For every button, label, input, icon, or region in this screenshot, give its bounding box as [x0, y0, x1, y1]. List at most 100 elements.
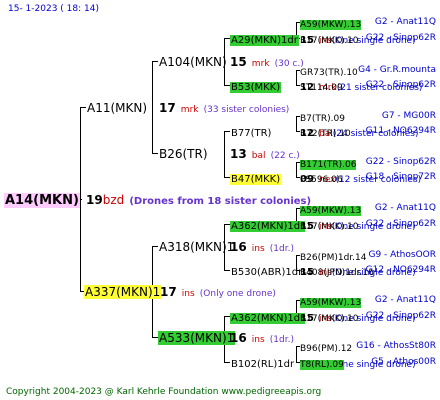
queen-year: 17: [159, 101, 176, 115]
ancestor-ref: G22 - Sinop62R: [365, 33, 436, 43]
ancestor-name: A59(MKW).13: [300, 298, 362, 308]
connector: [152, 61, 153, 153]
ancestor-name: B17(MKK).10: [300, 36, 359, 46]
print-date: 15- 1-2023 ( 18: 14): [8, 4, 99, 14]
queen-code: ins: [251, 335, 265, 345]
queen-info: 17 mrk (33 sister colonies): [159, 100, 290, 115]
root-code: bzd: [102, 193, 125, 207]
queen-name: A533(MKN)1: [158, 331, 236, 345]
pedigree-node: B102(RL)1dr: [230, 355, 295, 370]
ancestor-leaf: B17(MKK).10 G22 - Sinop62R: [300, 31, 438, 46]
ancestor-name: B171(TR).06: [300, 160, 357, 170]
ancestor-leaf: B26(PM)1dr.14 G9 - AthosOOR: [300, 248, 438, 263]
ancestor-ref: G2 - Anat11Q: [374, 295, 436, 305]
queen-note: (33 sister colonies): [203, 105, 290, 115]
ancestor-name: A59(MKW).13: [300, 20, 362, 30]
ancestor-name: PS596.06: [300, 175, 343, 185]
connector: [80, 107, 81, 291]
queen-code: mrk: [251, 59, 270, 69]
ancestor-ref: G22 - Sinop62R: [365, 80, 436, 90]
queen-year: 16: [230, 331, 247, 345]
pedigree-node: A533(MKN)1: [158, 330, 236, 345]
ancestor-name: B17(MKK).10: [300, 222, 359, 232]
connector: [224, 131, 225, 177]
queen-name: B53(MKK): [230, 82, 282, 93]
connector: [296, 346, 297, 362]
root-node: A14(MKN): [4, 191, 80, 208]
queen-code: ins: [181, 289, 195, 299]
ancestor-name: ST114.09: [300, 83, 343, 93]
ancestor-leaf: B17(MKK).10 G22 - Sinop62R: [300, 309, 438, 324]
ancestor-ref: G18 - Sinop72R: [365, 172, 436, 182]
ancestor-ref: G2 - Anat11Q: [374, 203, 436, 213]
queen-note: (1dr.): [269, 244, 294, 254]
pedigree-node: A362(MKN)1dr: [230, 309, 306, 324]
queen-name: B102(RL)1dr: [231, 359, 295, 370]
pedigree-node: A104(MKN): [158, 54, 228, 69]
ancestor-name: A59(MKW).13: [300, 206, 362, 216]
queen-info: 15 mrk (30 c.): [230, 54, 304, 69]
pedigree-tree: 15- 1-2023 ( 18: 14) Copyright 2004-2023 …: [0, 0, 440, 400]
root-queen-name: A14(MKN): [4, 193, 80, 208]
ancestor-leaf: B408(JPN)1dr.16 G12 - NO6294R: [300, 263, 438, 278]
queen-info: 16 ins (1dr.): [230, 330, 294, 345]
ancestor-leaf: B17(MKK).10 G22 - Sinop62R: [300, 217, 438, 232]
root-note: (Drones from 18 sister colonies): [129, 196, 312, 207]
ancestor-ref: G2 - Anat11Q: [374, 17, 436, 27]
queen-info: 16 ins (1dr.): [230, 239, 294, 254]
ancestor-leaf: B171(TR).06 G22 - Sinop62R: [300, 155, 438, 170]
ancestor-leaf: ST114.09 G22 - Sinop62R: [300, 78, 438, 93]
ancestor-ref: G12 - NO6294R: [365, 265, 436, 275]
ancestor-leaf: GR73(TR).10 G4 - Gr.R.mounta: [300, 63, 438, 78]
queen-name: A337(MKN)1: [84, 285, 162, 299]
ancestor-name: B408(JPN)1dr.16: [300, 268, 374, 278]
ancestor-leaf: B96(PM).12 G16 - AthosSt80R: [300, 339, 438, 354]
ancestor-name: B26(PM)1dr.14: [300, 253, 367, 263]
ancestor-name: B7(TR).09: [300, 114, 345, 124]
pedigree-node: B47(MKK): [230, 170, 282, 185]
ancestor-leaf: A59(MKW).13 G2 - Anat11Q: [300, 201, 438, 216]
queen-code: ins: [251, 244, 265, 254]
ancestor-ref: G5 - Athos00R: [371, 357, 436, 367]
ancestor-name: B17(MKK).10: [300, 314, 359, 324]
queen-name: A29(MKN)1dr: [230, 35, 299, 46]
queen-info: 13 bal (22 c.): [230, 146, 300, 161]
queen-note: (22 c.): [270, 151, 300, 161]
queen-name: B530(ABR)1dr: [231, 267, 303, 278]
ancestor-name: B72(TR).10: [300, 129, 351, 139]
queen-name: A104(MKN): [159, 55, 227, 69]
ancestor-name: GR73(TR).10: [300, 68, 358, 78]
ancestor-ref: G22 - Sinop62R: [365, 311, 436, 321]
connector: [296, 116, 297, 131]
ancestor-ref: G16 - AthosSt80R: [356, 341, 436, 351]
root-year: 19: [86, 193, 103, 207]
connector: [296, 70, 297, 85]
ancestor-ref: G22 - Sinop62R: [365, 157, 436, 167]
queen-name: A362(MKN)1dr: [230, 221, 306, 232]
pedigree-node: B26(TR): [158, 146, 209, 161]
ancestor-ref: G7 - MG00R: [381, 111, 436, 121]
connector: [296, 162, 297, 177]
pedigree-node: B530(ABR)1dr: [230, 263, 303, 278]
ancestor-ref: G9 - AthosOOR: [368, 250, 436, 260]
queen-name: A318(MKN)1: [159, 240, 235, 254]
ancestor-ref: G4 - Gr.R.mounta: [358, 65, 436, 75]
queen-info: 17 ins (Only one drone): [160, 284, 276, 299]
root-info: 19bzd (Drones from 18 sister colonies): [86, 191, 311, 207]
pedigree-node: A29(MKN)1dr: [230, 31, 299, 46]
queen-year: 15: [230, 55, 247, 69]
queen-name: B26(TR): [159, 147, 208, 161]
queen-code: mrk: [180, 105, 199, 115]
ancestor-leaf: T8(RL).09 G5 - Athos00R: [300, 355, 438, 370]
ancestor-ref: G22 - Sinop62R: [365, 219, 436, 229]
ancestor-leaf: A59(MKW).13 G2 - Anat11Q: [300, 293, 438, 308]
queen-year: 17: [160, 285, 177, 299]
queen-year: 16: [230, 240, 247, 254]
pedigree-node: A318(MKN)1: [158, 239, 235, 254]
pedigree-node: A362(MKN)1dr: [230, 217, 306, 232]
pedigree-node: B53(MKK): [230, 78, 282, 93]
pedigree-node: B77(TR): [230, 124, 272, 139]
queen-code: bal: [251, 151, 266, 161]
copyright-footer: Copyright 2004-2023 @ Karl Kehrle Founda…: [6, 387, 322, 397]
queen-note: (Only one drone): [199, 289, 276, 299]
